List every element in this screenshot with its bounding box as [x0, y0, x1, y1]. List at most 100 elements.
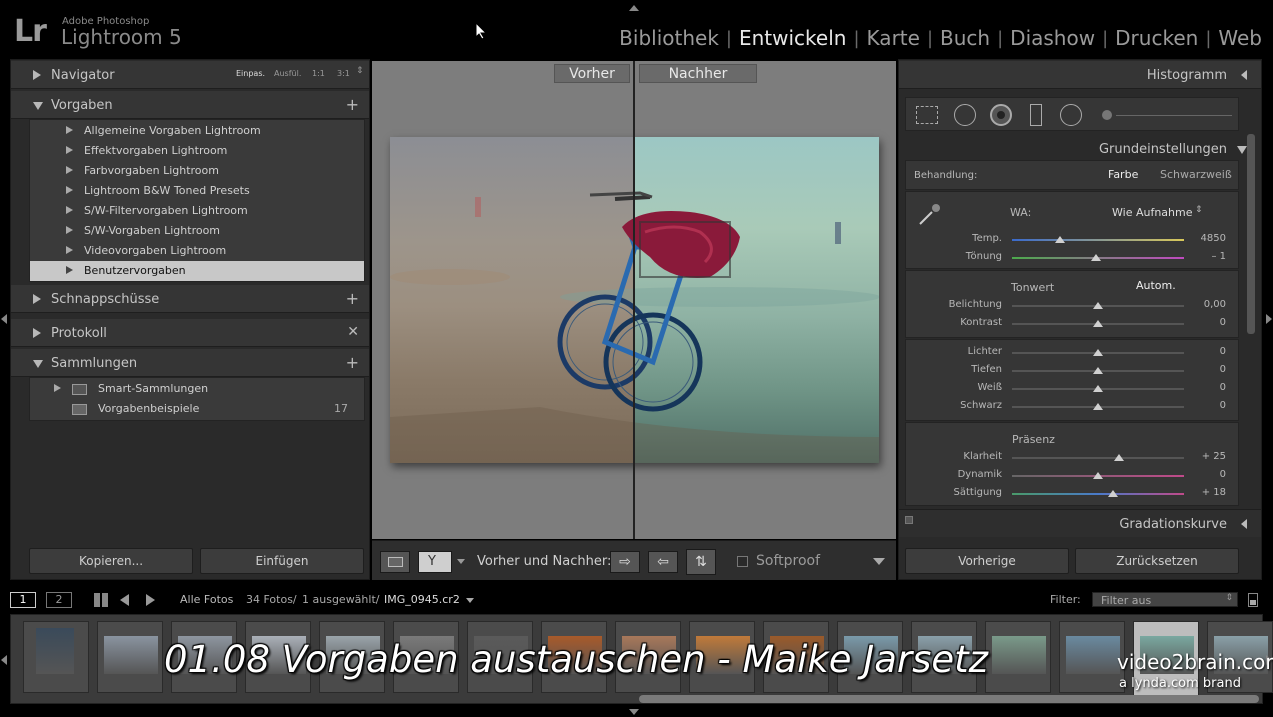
slider-thumb[interactable]	[1108, 490, 1119, 497]
zoom-stepper-icon[interactable]: ⇕	[356, 66, 364, 76]
zoom-3-1[interactable]: 3:1	[337, 69, 350, 78]
navigator-header[interactable]: Navigator Einpas. Ausfül. 1:1 3:1 ⇕	[11, 61, 369, 89]
slider-thumb[interactable]	[1093, 320, 1103, 327]
panel-scrollbar[interactable]	[1247, 134, 1255, 334]
filmstrip-thumbnail[interactable]	[985, 621, 1051, 693]
shadows-value[interactable]: 0	[1220, 364, 1226, 375]
collection-set[interactable]: Vorgabenbeispiele 17	[30, 399, 364, 419]
protokoll-header[interactable]: Protokoll ✕	[11, 319, 369, 347]
preset-folder[interactable]: Effektvorgaben Lightroom	[30, 141, 364, 161]
slider-thumb[interactable]	[1093, 403, 1103, 410]
preset-folder[interactable]: Lightroom B&W Toned Presets	[30, 181, 364, 201]
highlights-slider[interactable]	[1012, 349, 1184, 356]
schnappschuesse-header[interactable]: Schnappschüsse +	[11, 285, 369, 313]
saturation-value[interactable]: + 18	[1202, 487, 1226, 498]
filmstrip-thumbnail[interactable]	[97, 621, 163, 693]
exposure-slider[interactable]	[1012, 302, 1184, 309]
preset-folder-selected[interactable]: Benutzervorgaben	[30, 261, 364, 281]
smart-collection-set[interactable]: Smart-Sammlungen	[30, 379, 364, 399]
source-label[interactable]: Alle Fotos	[180, 593, 233, 606]
red-eye-icon[interactable]	[990, 104, 1012, 126]
filename-label[interactable]: IMG_0945.cr2	[384, 593, 460, 606]
basic-header[interactable]: Grundeinstellungen	[899, 135, 1261, 163]
clear-history-icon[interactable]: ✕	[347, 324, 359, 340]
slider-thumb[interactable]	[1093, 472, 1103, 479]
filename-dropdown-icon[interactable]	[466, 598, 474, 603]
module-karte[interactable]: Karte	[860, 26, 927, 50]
crop-tool-icon[interactable]	[916, 106, 938, 124]
add-preset-icon[interactable]: +	[346, 95, 359, 114]
highlights-value[interactable]: 0	[1220, 346, 1226, 357]
slider-thumb[interactable]	[1091, 254, 1102, 261]
preset-folder[interactable]: Farbvorgaben Lightroom	[30, 161, 364, 181]
back-arrow-icon[interactable]	[120, 594, 129, 606]
module-drucken[interactable]: Drucken	[1108, 26, 1205, 50]
slider-thumb[interactable]	[1093, 349, 1103, 356]
reset-button[interactable]: Zurücksetzen	[1075, 548, 1239, 574]
collapse-top-icon[interactable]	[629, 5, 639, 11]
wb-select[interactable]: Wie Aufnahme	[1112, 206, 1193, 219]
brush-icon[interactable]	[1102, 110, 1112, 120]
filter-lock-icon[interactable]	[1248, 593, 1258, 607]
temp-slider[interactable]	[1012, 236, 1184, 243]
slider-thumb[interactable]	[1093, 385, 1103, 392]
collapse-left-icon[interactable]	[1, 314, 7, 324]
toolbar-menu-icon[interactable]	[873, 558, 885, 565]
before-after-view-button[interactable]: Y	[418, 551, 452, 573]
blacks-value[interactable]: 0	[1220, 400, 1226, 411]
paste-button[interactable]: Einfügen	[200, 548, 364, 574]
shadows-slider[interactable]	[1012, 367, 1184, 374]
zoom-fill[interactable]: Ausfül.	[274, 69, 301, 78]
contrast-slider[interactable]	[1012, 320, 1184, 327]
loupe-view-button[interactable]	[380, 551, 410, 573]
filmstrip-left-icon[interactable]	[1, 655, 7, 665]
tint-value[interactable]: – 1	[1211, 251, 1226, 262]
slider-thumb[interactable]	[1055, 236, 1066, 243]
vibrance-value[interactable]: 0	[1220, 469, 1226, 480]
radial-filter-icon[interactable]	[1060, 104, 1082, 126]
split-divider[interactable]	[633, 61, 635, 539]
wb-dropdown-icon[interactable]: ⇕	[1195, 205, 1203, 215]
vibrance-slider[interactable]	[1012, 472, 1184, 479]
treatment-color-option[interactable]: Farbe	[1108, 168, 1138, 181]
saturation-slider[interactable]	[1012, 490, 1184, 497]
grid-view-icon[interactable]	[94, 593, 108, 607]
slider-thumb[interactable]	[1113, 454, 1124, 461]
whites-value[interactable]: 0	[1220, 382, 1226, 393]
clarity-value[interactable]: + 25	[1202, 451, 1226, 462]
copy-after-to-before-button[interactable]: ⇦	[648, 551, 678, 573]
softproof-checkbox[interactable]	[737, 556, 748, 567]
zoom-fit[interactable]: Einpas.	[236, 69, 265, 78]
module-buch[interactable]: Buch	[933, 26, 997, 50]
image-canvas[interactable]: Vorher Nachher	[372, 61, 896, 539]
eyedropper-icon[interactable]	[916, 200, 944, 228]
copy-button[interactable]: Kopieren...	[29, 548, 193, 574]
filmstrip-thumbnail[interactable]	[23, 621, 89, 693]
preset-folder[interactable]: S/W-Vorgaben Lightroom	[30, 221, 364, 241]
graduated-filter-icon[interactable]	[1030, 104, 1042, 126]
vorgaben-header[interactable]: Vorgaben +	[11, 91, 369, 119]
preset-folder[interactable]: Allgemeine Vorgaben Lightroom	[30, 121, 364, 141]
zoom-1-1[interactable]: 1:1	[312, 69, 325, 78]
curve-header[interactable]: Gradationskurve	[899, 509, 1261, 537]
copy-before-to-after-button[interactable]: ⇨	[610, 551, 640, 573]
spot-removal-icon[interactable]	[954, 104, 976, 126]
preset-folder[interactable]: Videovorgaben Lightroom	[30, 241, 364, 261]
panel-toggle-switch[interactable]	[905, 516, 913, 524]
histogram-header[interactable]: Histogramm	[899, 61, 1261, 89]
contrast-value[interactable]: 0	[1220, 317, 1226, 328]
filmstrip-scrollbar[interactable]	[639, 695, 1259, 703]
previous-button[interactable]: Vorherige	[905, 548, 1069, 574]
slider-thumb[interactable]	[1093, 367, 1103, 374]
add-collection-icon[interactable]: +	[346, 353, 359, 372]
module-diashow[interactable]: Diashow	[1003, 26, 1102, 50]
clarity-slider[interactable]	[1012, 454, 1184, 461]
forward-arrow-icon[interactable]	[146, 594, 155, 606]
slider-thumb[interactable]	[1093, 302, 1103, 309]
blacks-slider[interactable]	[1012, 403, 1184, 410]
monitor-2-button[interactable]: 2	[46, 592, 72, 608]
collapse-right-icon[interactable]	[1266, 314, 1272, 324]
module-entwickeln[interactable]: Entwickeln	[732, 26, 853, 50]
swap-before-after-button[interactable]: ⇅	[686, 549, 716, 575]
auto-tone-button[interactable]: Autom.	[1136, 279, 1176, 292]
